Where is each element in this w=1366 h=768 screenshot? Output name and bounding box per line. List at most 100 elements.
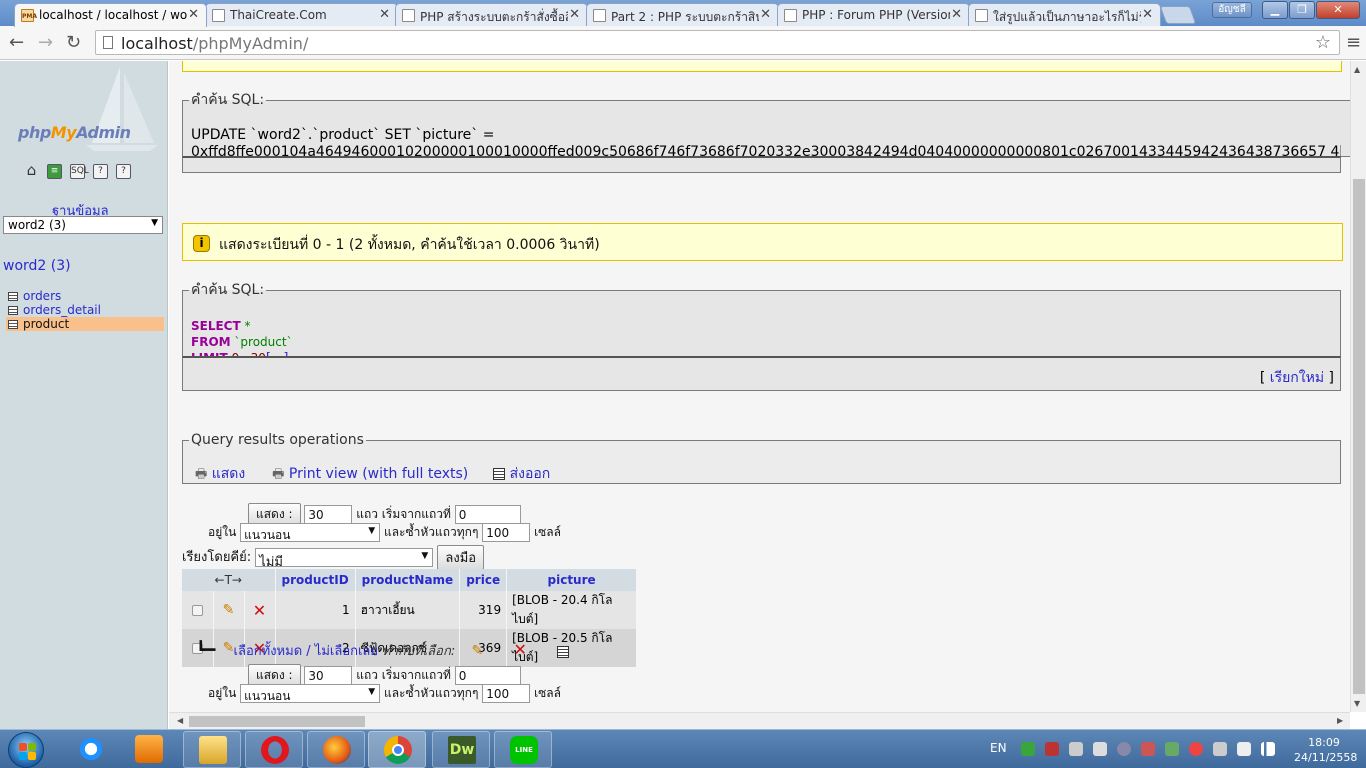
- page-info-icon[interactable]: [103, 36, 113, 49]
- network-share-tray-icon[interactable]: [1165, 742, 1179, 756]
- table-icon[interactable]: [8, 292, 18, 301]
- go-button[interactable]: ลงมือ: [437, 545, 485, 570]
- browser-tab-forum[interactable]: PHP : Forum PHP (Version ✕: [777, 3, 970, 26]
- docs-icon[interactable]: ?: [116, 164, 131, 179]
- address-bar[interactable]: localhost/phpMyAdmin/ ☆: [95, 30, 1340, 55]
- print-view-link[interactable]: แสดง: [212, 466, 246, 482]
- start-row-input[interactable]: 0: [454, 505, 521, 524]
- scroll-down-icon[interactable]: ▼: [1354, 699, 1360, 708]
- new-tab-button[interactable]: [1159, 6, 1197, 24]
- sidebar-table-orders[interactable]: orders: [6, 289, 164, 303]
- minimize-window-icon[interactable]: ▁: [1262, 1, 1288, 19]
- column-header-price[interactable]: price: [459, 569, 508, 591]
- forward-icon[interactable]: →: [38, 32, 53, 53]
- row-checkbox[interactable]: [191, 605, 203, 616]
- close-tab-icon[interactable]: ✕: [760, 7, 771, 22]
- close-tab-icon[interactable]: ✕: [1142, 7, 1153, 22]
- system-clock[interactable]: 18:09 24/11/2558: [1294, 735, 1357, 765]
- horizontal-scroll-thumb[interactable]: [189, 716, 365, 727]
- volume-tray-icon[interactable]: [1069, 742, 1083, 756]
- browser-tab-image-question[interactable]: ใส่รูปแล้วเป็นภาษาอะไรก็ไม่รู้ ✕: [968, 3, 1161, 26]
- start-row-input-bottom[interactable]: 0: [454, 666, 521, 685]
- export-icon[interactable]: [493, 468, 506, 480]
- browser-tab-phpmyadmin[interactable]: PMA localhost / localhost / wo ✕: [14, 3, 207, 27]
- display-mode-select-bottom[interactable]: แนวนอน ▼: [240, 684, 381, 703]
- table-icon[interactable]: [8, 320, 18, 329]
- close-tab-icon[interactable]: ✕: [188, 7, 199, 22]
- bulk-edit-icon[interactable]: ✎: [471, 643, 483, 659]
- phpmyadmin-logo[interactable]: phpMyAdmin: [18, 123, 131, 142]
- table-icon[interactable]: [8, 306, 18, 315]
- device-tray-icon[interactable]: [1093, 742, 1107, 756]
- browser-menu-icon[interactable]: ≡: [1346, 32, 1361, 53]
- chrome-icon[interactable]: [368, 731, 426, 768]
- media-player-icon[interactable]: [120, 731, 178, 768]
- print-view-full-link[interactable]: Print view (with full texts): [289, 466, 468, 482]
- print-full-icon[interactable]: 🖶: [272, 467, 284, 482]
- url-text[interactable]: localhost/phpMyAdmin/: [121, 34, 308, 53]
- column-header-productid[interactable]: productID: [275, 569, 356, 591]
- bulk-delete-icon[interactable]: ✕: [514, 640, 527, 659]
- column-arrows[interactable]: ←T→: [182, 569, 276, 591]
- file-explorer-icon[interactable]: [183, 731, 241, 768]
- browser-tab-part2[interactable]: Part 2 : PHP ระบบตะกร้าสิน ✕: [586, 3, 779, 26]
- database-select[interactable]: word2 (3) ▼: [3, 216, 163, 234]
- close-tab-icon[interactable]: ✕: [379, 7, 390, 22]
- rows-input-bottom[interactable]: 30: [304, 666, 353, 685]
- cell-picture[interactable]: [BLOB - 20.4 กิโลไบต์]: [506, 591, 638, 629]
- repeat-headers-input-bottom[interactable]: 100: [482, 684, 531, 703]
- refresh-link[interactable]: เรียกใหม่: [1270, 370, 1324, 386]
- internet-explorer-icon[interactable]: [62, 731, 120, 768]
- reload-icon[interactable]: ↻: [66, 32, 81, 53]
- scroll-left-icon[interactable]: ◀: [177, 716, 183, 725]
- display-mode-select[interactable]: แนวนอน ▼: [240, 523, 381, 542]
- close-window-icon[interactable]: ✕: [1316, 1, 1360, 19]
- bookmark-star-icon[interactable]: ☆: [1315, 32, 1331, 53]
- sidebar-table-orders-detail[interactable]: orders_detail: [6, 303, 164, 317]
- export-link[interactable]: ส่งออก: [510, 466, 551, 482]
- language-indicator[interactable]: EN: [990, 741, 1007, 755]
- start-button-icon[interactable]: [8, 732, 44, 768]
- scroll-up-icon[interactable]: ▲: [1354, 65, 1360, 74]
- browser-user-chip[interactable]: อัญชลี: [1212, 2, 1252, 18]
- notification-bell-icon[interactable]: [1213, 742, 1227, 756]
- delete-x-icon[interactable]: ✕: [253, 601, 266, 620]
- back-icon[interactable]: ←: [9, 32, 24, 53]
- dreamweaver-icon[interactable]: Dw: [432, 731, 490, 768]
- uncheck-all-link[interactable]: ไม่เลือกเลย: [315, 644, 378, 659]
- column-header-picture[interactable]: picture: [506, 569, 638, 591]
- maximize-window-icon[interactable]: ❐: [1289, 1, 1315, 19]
- line-app-icon[interactable]: LINE: [494, 731, 552, 768]
- edit-pencil-icon[interactable]: ✎: [223, 602, 235, 618]
- browser-tab-php-cart[interactable]: PHP สร้างระบบตะกร้าสั่งซื้อสิ ✕: [395, 3, 588, 26]
- sync-tray-icon[interactable]: [1117, 742, 1131, 756]
- documentation-icon[interactable]: ?: [93, 164, 108, 179]
- exit-icon[interactable]: ≡: [47, 164, 62, 179]
- close-tab-icon[interactable]: ✕: [951, 7, 962, 22]
- firefox-icon[interactable]: [307, 731, 365, 768]
- vertical-scrollbar[interactable]: ▲ ▼: [1350, 61, 1366, 712]
- print-icon[interactable]: 🖶: [195, 467, 207, 482]
- repeat-headers-input[interactable]: 100: [482, 523, 531, 542]
- line-tray-icon[interactable]: [1021, 742, 1035, 756]
- close-tab-icon[interactable]: ✕: [569, 7, 580, 22]
- app-tray-icon[interactable]: [1141, 742, 1155, 756]
- column-header-productname[interactable]: productName: [355, 569, 461, 591]
- scroll-right-icon[interactable]: ▶: [1337, 716, 1343, 725]
- rows-input[interactable]: 30: [304, 505, 353, 524]
- signal-strength-icon[interactable]: [1261, 742, 1275, 756]
- sort-key-select[interactable]: ไม่มี ▼: [255, 548, 434, 570]
- check-all-link[interactable]: เลือกทั้งหมด: [234, 644, 303, 659]
- security-tray-icon[interactable]: [1045, 742, 1059, 756]
- bulk-export-icon[interactable]: [557, 645, 570, 658]
- sidebar-table-product[interactable]: product: [6, 317, 164, 331]
- opera-icon[interactable]: [245, 731, 303, 768]
- chrome-tray-icon[interactable]: [1189, 742, 1203, 756]
- horizontal-scrollbar[interactable]: ◀ ▶: [169, 712, 1350, 729]
- flag-tray-icon[interactable]: [1237, 742, 1251, 756]
- browser-tab-thaicreate[interactable]: ThaiCreate.Com ✕: [205, 3, 398, 26]
- sql-query-icon[interactable]: SQL: [70, 164, 89, 179]
- vertical-scroll-thumb[interactable]: [1353, 179, 1365, 694]
- home-icon[interactable]: ⌂: [24, 163, 39, 179]
- current-database-link[interactable]: word2 (3): [3, 258, 71, 274]
